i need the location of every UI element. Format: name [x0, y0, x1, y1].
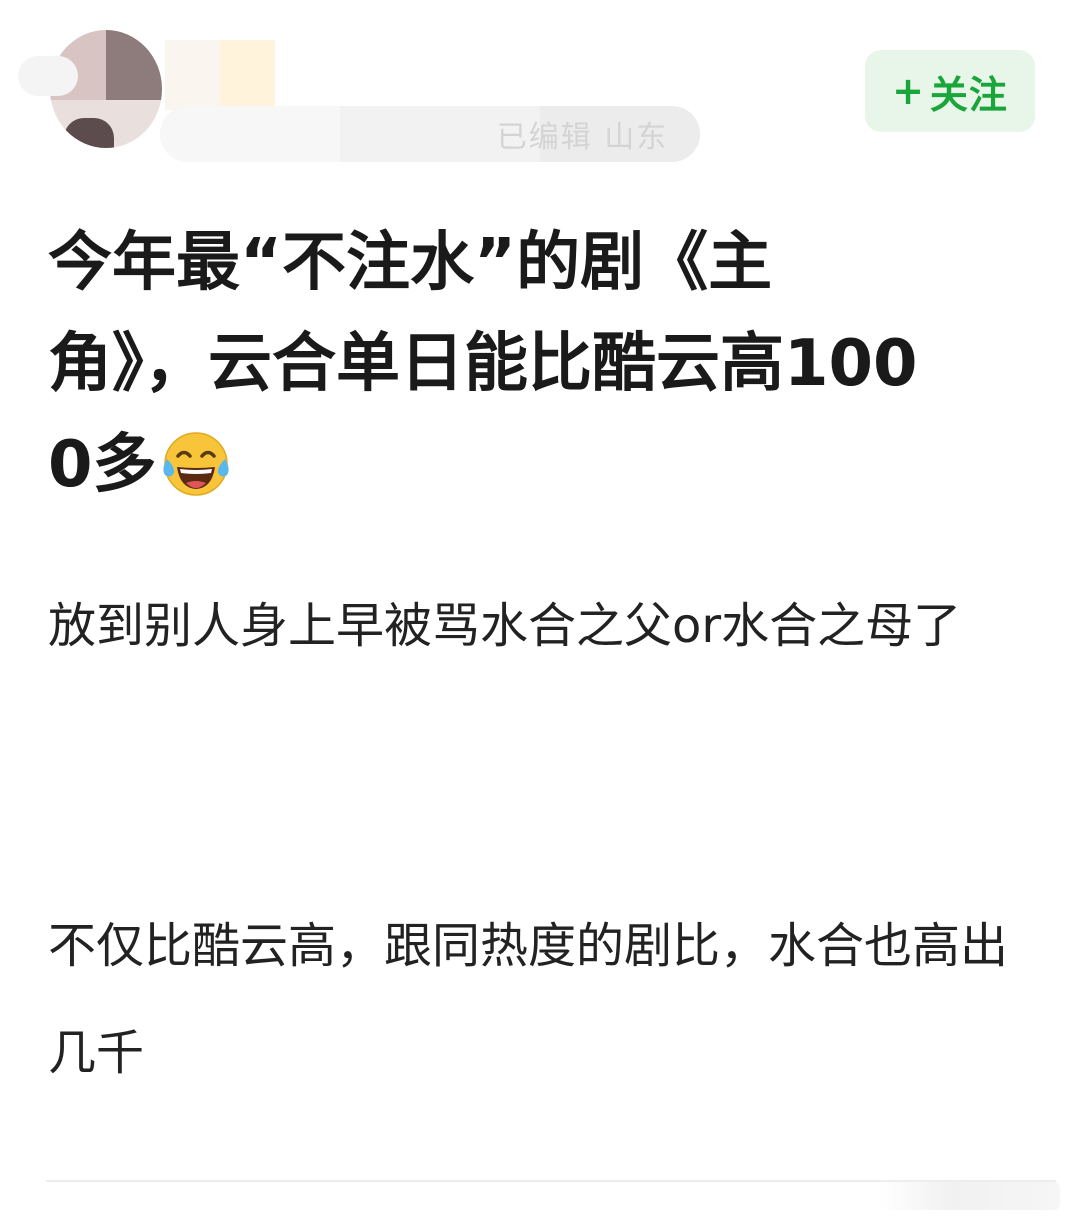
follow-button[interactable]: + 关注 [865, 50, 1035, 132]
watermark-blurred [880, 1182, 1060, 1210]
face-with-tears-of-joy-icon [162, 432, 229, 497]
plus-icon: + [892, 69, 924, 113]
follow-label: 关注 [929, 72, 1008, 117]
meta-edited-location: 已编辑 山东 [496, 120, 669, 155]
post-header: 2025 0000000000已编辑 山东 + 关注 [0, 0, 1080, 170]
username-blurred[interactable] [165, 40, 275, 110]
post-paragraph-2: 不仅比酷云高，跟同热度的剧比，水合也高出几千 [48, 918, 1009, 1081]
post-meta: 2025 0000000000已编辑 山东 [190, 112, 668, 156]
blur-overlay [18, 56, 78, 96]
post-title: 今年最“不注水”的剧《主角》，云合单日能比酷云高1000多 [48, 213, 928, 516]
post-paragraph-1: 放到别人身上早被骂水合之父or水合之母了 [48, 598, 962, 654]
